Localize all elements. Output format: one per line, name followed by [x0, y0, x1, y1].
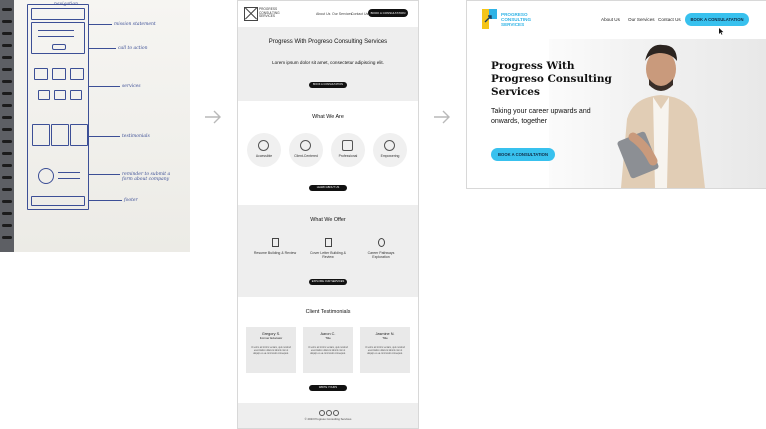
briefcase-icon	[342, 140, 353, 151]
progreso-logo-icon[interactable]	[482, 9, 498, 29]
notebook-spiral	[0, 0, 14, 252]
final-headline: Progress With Progreso Consulting Servic…	[491, 60, 612, 98]
wire-section-title: What We Are	[312, 114, 344, 120]
wire-nav-contact[interactable]: Contact Us	[351, 12, 368, 16]
wire-explore-button[interactable]: EXPLORE OUR SERVICES	[309, 279, 347, 285]
mouse-cursor-icon	[719, 28, 724, 35]
final-nav-services[interactable]: Our Services	[628, 17, 655, 22]
final-nav-book-button[interactable]: BOOK A CONSULATATION	[685, 13, 749, 26]
arrow-right-icon	[434, 110, 450, 124]
sketch-service-box	[34, 68, 48, 80]
document-icon	[271, 238, 279, 247]
pathway-icon	[377, 238, 385, 247]
sketch-note: testimonials	[122, 134, 150, 139]
wire-nav: PROGRESS CONSULTING SERVICES About Us Ou…	[238, 1, 418, 27]
wire-logo-text: PROGRESS CONSULTING SERVICES	[259, 7, 280, 19]
testimonial-card: Gregory S. Former Educator Ut enim ad min…	[246, 327, 296, 373]
final-header: PROGRESO CONSULTING SERVICES About Us Ou…	[467, 1, 766, 39]
wire-service-resume: Resume Building & Review	[253, 238, 297, 255]
wire-nav-services[interactable]: Our Services	[332, 12, 352, 16]
wire-section-title: What We Offer	[310, 217, 346, 223]
arrow-right-icon	[205, 110, 221, 124]
wire-nav-about[interactable]: About Us	[316, 12, 330, 16]
lofi-wireframe: PROGRESS CONSULTING SERVICES About Us Ou…	[237, 0, 419, 429]
compass-icon	[258, 140, 269, 151]
sketch-testimonial-box	[32, 124, 50, 146]
sketch-note: navigation	[54, 2, 78, 7]
sketch-paper: navigation mission statement call to act…	[14, 0, 190, 252]
sketch-nav	[31, 8, 85, 20]
testimonial-card: Aaron C. Title Ut enim ad minim veniam, q…	[303, 327, 353, 373]
final-logo-text: PROGRESO CONSULTING SERVICES	[501, 12, 532, 27]
wire-nav-book-button[interactable]: BOOK A CONSULTATION	[368, 9, 408, 17]
testimonial-card: Jasmine N. Title Ut enim ad minim veniam,…	[360, 327, 410, 373]
sketch-note: mission statement	[114, 22, 156, 27]
wire-learn-button[interactable]: LEARN ABOUT US	[309, 185, 347, 191]
sketch-form-circle	[38, 168, 54, 184]
sketch-note: reminder to submit a form about company	[122, 172, 171, 182]
wire-service-career: Career Pathways Exploration	[359, 238, 403, 259]
hifi-mockup: PROGRESO CONSULTING SERVICES About Us Ou…	[466, 0, 766, 189]
letter-icon	[324, 238, 332, 247]
wire-footer-text: © 2023 Progreso Consulting Services	[304, 417, 352, 421]
sketch-note: footer	[124, 198, 138, 203]
logo-placeholder-icon	[244, 7, 258, 21]
wire-hero-button[interactable]: BOOK A CONSULTATION	[309, 82, 347, 88]
wire-footer: © 2023 Progreso Consulting Services	[238, 403, 418, 428]
wire-value-professional: Professional	[331, 133, 365, 167]
final-subheadline: Taking your career upwards and onwards, …	[491, 108, 591, 125]
wire-value-client-centered: Client-Centered	[289, 133, 323, 167]
wire-write-button[interactable]: WRITE YOURS	[309, 385, 347, 391]
sketch-footer	[31, 196, 85, 206]
sketch-note: call to action	[118, 46, 148, 51]
wire-section-title: Client Testimonials	[305, 309, 351, 315]
network-icon	[300, 140, 311, 151]
final-nav-about[interactable]: About Us	[601, 17, 620, 22]
wire-hero-subtitle: Lorem ipsum dolor sit amet, consectetur …	[272, 60, 384, 65]
wire-what-we-offer: What We Offer Resume Building & Review C…	[238, 205, 418, 297]
wire-testimonials: Client Testimonials Gregory S. Former Edu…	[238, 297, 418, 403]
social-icon[interactable]	[326, 410, 332, 416]
final-nav-contact[interactable]: Contact Us	[658, 17, 681, 22]
wire-hero-title: Progress With Progreso Consulting Servic…	[268, 39, 388, 45]
wire-service-cover-letter: Cover Letter Building & Review	[306, 238, 350, 259]
wire-value-accessible: Accessible	[247, 133, 281, 167]
wire-what-we-are: What We Are Accessible Client-Centered P…	[238, 101, 418, 205]
sketch-note: services	[122, 84, 141, 89]
fist-icon	[384, 140, 395, 151]
social-icon[interactable]	[333, 410, 339, 416]
wire-value-empowering: Empowering	[373, 133, 407, 167]
social-icon[interactable]	[319, 410, 325, 416]
wire-hero: Progress With Progreso Consulting Servic…	[238, 27, 418, 101]
final-cta-button[interactable]: BOOK A CONSULTATION	[491, 148, 555, 161]
wireframe-sketch-photo: navigation mission statement call to act…	[0, 0, 190, 252]
